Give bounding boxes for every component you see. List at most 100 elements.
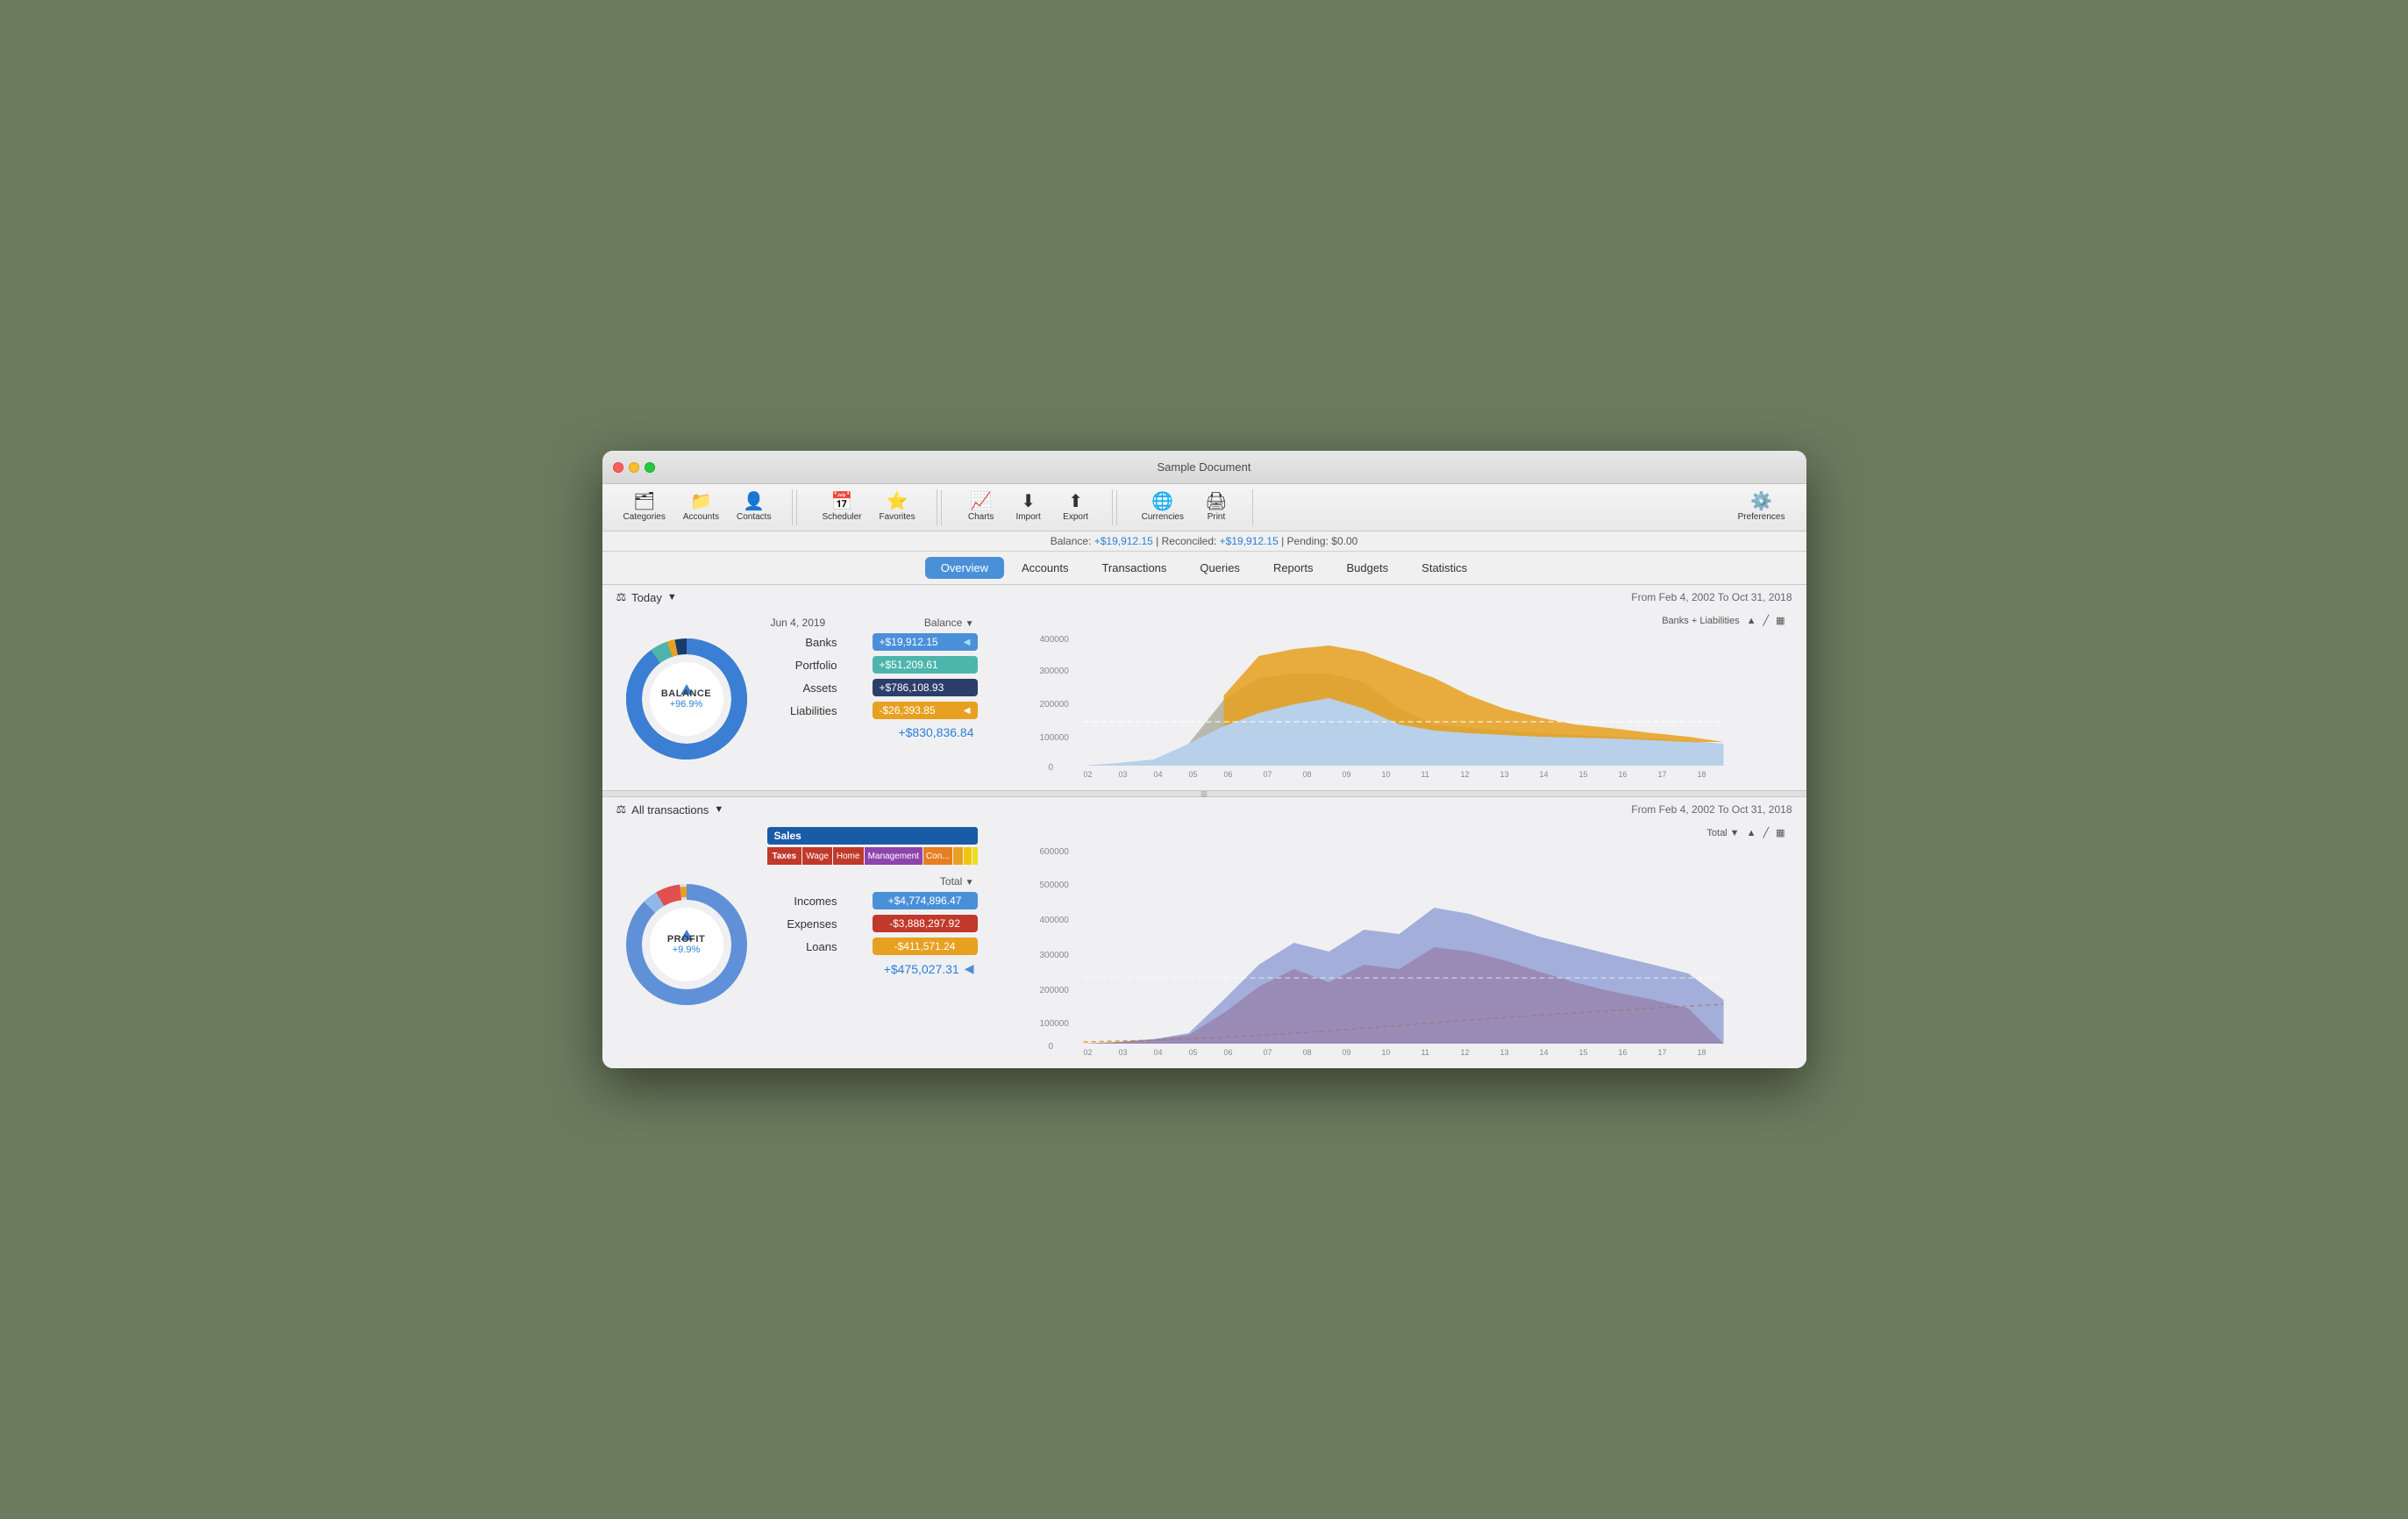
tab-reports[interactable]: Reports: [1257, 557, 1329, 579]
tab-budgets[interactable]: Budgets: [1330, 557, 1404, 579]
svg-text:04: 04: [1153, 770, 1162, 779]
home-bar: Home: [833, 847, 864, 865]
profit-donut-title: PROFIT: [667, 934, 705, 945]
toolbar-export[interactable]: ⬆ Export: [1054, 489, 1098, 525]
balance-icon: ⚖: [616, 590, 627, 604]
charts-icon: 📈: [970, 493, 992, 510]
bottom-chart-area: Total ▼ ▲ ╱ ▦ 600000 500000 400000 30000…: [988, 827, 1792, 1061]
top-chart-controls: Banks + Liabilities ▲ ╱ ▦: [988, 615, 1792, 630]
profit-table: Total ▼ Incomes +$4,774,896.47 Expenses …: [767, 870, 978, 976]
today-label: Today: [631, 591, 662, 604]
toolbar-group-scheduler: 📅 Scheduler ⭐ Favorites: [801, 489, 937, 525]
section-title-today: ⚖ Today ▼: [616, 590, 677, 604]
svg-text:07: 07: [1263, 770, 1272, 779]
profit-section: Sales Taxes Wage Home Managemen: [767, 827, 978, 1061]
print-icon: 🖨: [1205, 493, 1227, 510]
tab-transactions[interactable]: Transactions: [1086, 557, 1182, 579]
loans-label: Loans: [767, 940, 837, 953]
tab-statistics[interactable]: Statistics: [1406, 557, 1483, 579]
svg-text:400000: 400000: [1039, 916, 1069, 925]
chart-filter-label[interactable]: Banks + Liabilities: [1662, 616, 1739, 626]
toolbar-favorites[interactable]: ⭐ Favorites: [873, 489, 923, 525]
bottom-chart-type-line[interactable]: ╱: [1763, 827, 1769, 838]
assets-value: +$786,108.93: [873, 679, 978, 696]
section-title-transactions: ⚖ All transactions ▼: [616, 802, 724, 817]
small-bar-2: [964, 847, 972, 865]
portfolio-value: +$51,209.61: [873, 656, 978, 674]
svg-text:17: 17: [1657, 1048, 1666, 1057]
main-window: Sample Document 🗂 Categories 📁 Accounts …: [602, 451, 1806, 1068]
currencies-label: Currencies: [1142, 512, 1184, 522]
overview-bottom: PROFIT +9.9% Sales Taxes: [602, 820, 1806, 1068]
export-label: Export: [1063, 512, 1088, 522]
import-icon: ⬇: [1021, 493, 1036, 510]
toolbar-charts[interactable]: 📈 Charts: [959, 489, 1003, 525]
svg-text:04: 04: [1153, 1048, 1162, 1057]
toolbar-categories[interactable]: 🗂 Categories: [616, 489, 673, 525]
toolbar-accounts[interactable]: 📁 Accounts: [676, 489, 726, 525]
tab-bar: Overview Accounts Transactions Queries R…: [602, 552, 1806, 585]
titlebar: Sample Document: [602, 451, 1806, 484]
categories-label: Categories: [623, 512, 666, 522]
tab-queries[interactable]: Queries: [1184, 557, 1256, 579]
balance-value: +$19,912.15: [1094, 535, 1153, 547]
chart-type-line[interactable]: ╱: [1763, 615, 1769, 626]
chart-type-area[interactable]: ▲: [1747, 616, 1756, 626]
bottom-chart-type-area[interactable]: ▲: [1747, 828, 1756, 838]
svg-text:100000: 100000: [1039, 733, 1069, 743]
toolbar-preferences[interactable]: ⚙️ Preferences: [1731, 489, 1792, 525]
svg-text:17: 17: [1657, 770, 1666, 779]
balance-donut-title: BALANCE: [661, 688, 711, 699]
favorites-icon: ⭐: [887, 493, 908, 510]
svg-text:06: 06: [1223, 770, 1232, 779]
import-label: Import: [1015, 512, 1040, 522]
section-divider: ≡: [602, 790, 1806, 797]
charts-label: Charts: [968, 512, 994, 522]
toolbar-contacts[interactable]: 👤 Contacts: [730, 489, 778, 525]
maximize-button[interactable]: [645, 462, 655, 473]
svg-text:200000: 200000: [1039, 986, 1069, 995]
loans-value: -$411,571.24: [873, 938, 978, 955]
toolbar-scheduler[interactable]: 📅 Scheduler: [815, 489, 868, 525]
tab-accounts[interactable]: Accounts: [1006, 557, 1084, 579]
overview-top: BALANCE +96.9% Jun 4, 2019 Balance ▼ Ban…: [602, 608, 1806, 790]
overview-date-range: From Feb 4, 2002 To Oct 31, 2018: [1631, 591, 1792, 603]
bottom-chart-controls: Total ▼ ▲ ╱ ▦: [988, 827, 1792, 842]
sales-bar: Sales: [767, 827, 978, 845]
expense-category-bars: Taxes Wage Home Management Con...: [767, 847, 978, 865]
balance-total: +$830,836.84: [767, 722, 978, 739]
chart-type-table[interactable]: ▦: [1776, 615, 1785, 626]
svg-text:200000: 200000: [1039, 700, 1069, 710]
preferences-label: Preferences: [1738, 512, 1785, 522]
taxes-bar: Taxes: [767, 847, 802, 865]
minimize-button[interactable]: [629, 462, 639, 473]
drag-handle[interactable]: ≡: [1200, 787, 1208, 801]
preferences-icon: ⚙️: [1750, 493, 1772, 510]
profit-total-value: +$475,027.31: [884, 962, 959, 976]
svg-text:10: 10: [1381, 770, 1390, 779]
svg-text:12: 12: [1460, 1048, 1469, 1057]
toolbar-print[interactable]: 🖨 Print: [1194, 489, 1238, 525]
profit-table-header: Total ▼: [767, 874, 978, 889]
scheduler-label: Scheduler: [822, 512, 861, 522]
bottom-chart-type-table[interactable]: ▦: [1776, 827, 1785, 838]
svg-text:16: 16: [1618, 1048, 1627, 1057]
traffic-lights: [613, 462, 655, 473]
balance-row-banks: Banks +$19,912.15 ◀: [767, 631, 978, 653]
transactions-dropdown-icon[interactable]: ▼: [714, 804, 723, 815]
total-col-header: Total ▼: [940, 875, 974, 888]
profit-total: +$475,027.31 ◀: [767, 958, 978, 976]
reconciled-label: Reconciled:: [1162, 535, 1217, 547]
bottom-chart-filter[interactable]: Total ▼: [1706, 828, 1739, 838]
svg-text:07: 07: [1263, 1048, 1272, 1057]
toolbar-sep-3: [1116, 490, 1117, 525]
export-icon: ⬆: [1068, 493, 1083, 510]
scheduler-icon: 📅: [831, 493, 853, 510]
balance-row-portfolio: Portfolio +$51,209.61: [767, 653, 978, 676]
svg-text:100000: 100000: [1039, 1019, 1069, 1029]
close-button[interactable]: [613, 462, 623, 473]
toolbar-currencies[interactable]: 🌐 Currencies: [1135, 489, 1191, 525]
tab-overview[interactable]: Overview: [925, 557, 1004, 579]
toolbar-import[interactable]: ⬇ Import: [1007, 489, 1051, 525]
today-dropdown-icon[interactable]: ▼: [667, 592, 677, 603]
